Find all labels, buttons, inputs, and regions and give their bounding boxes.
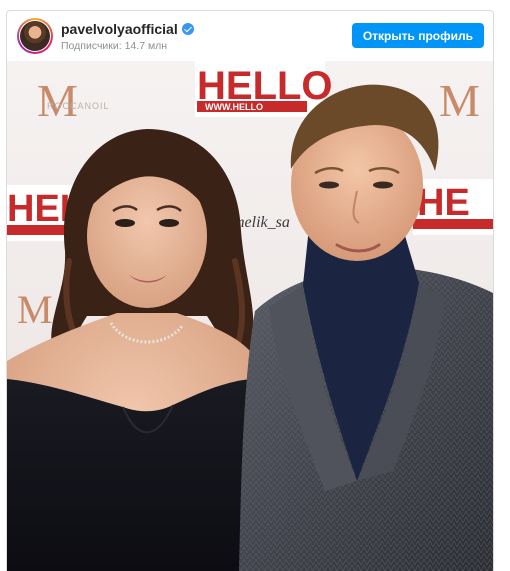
username-link[interactable]: pavelvolyaofficial xyxy=(61,21,178,37)
photo-watermark: melik_sa xyxy=(233,214,290,231)
username-row: pavelvolyaofficial xyxy=(61,21,194,37)
man-left-eye xyxy=(319,181,339,189)
instagram-embed-card: pavelvolyaofficial Подписчики: 14.7 млн … xyxy=(6,10,494,571)
backdrop-url-text: WWW.HELLO xyxy=(205,102,263,112)
verified-badge-icon xyxy=(181,23,194,35)
embed-frame: pavelvolyaofficial Подписчики: 14.7 млн … xyxy=(0,0,510,571)
post-photo[interactable]: MROCCANOILHELLOWWW.HELLOMHELLOHEMHELLOme… xyxy=(7,61,493,571)
avatar-border xyxy=(19,20,51,52)
post-header: pavelvolyaofficial Подписчики: 14.7 млн … xyxy=(7,11,493,61)
woman-left-eye xyxy=(115,219,135,227)
open-profile-button[interactable]: Открыть профиль xyxy=(351,23,484,48)
avatar-image xyxy=(20,21,50,51)
backdrop-sponsor-text: ROCCANOIL xyxy=(47,101,110,111)
backdrop-m-logo-right: M xyxy=(439,75,480,126)
backdrop-m-logo-lower: M xyxy=(17,287,53,332)
backdrop-url-bar-right xyxy=(413,219,493,229)
followers-count: Подписчики: 14.7 млн xyxy=(61,40,168,52)
photo-illustration: MROCCANOILHELLOWWW.HELLOMHELLOHEMHELLOme… xyxy=(7,61,493,571)
man-right-eye xyxy=(373,181,393,189)
avatar[interactable] xyxy=(17,18,53,54)
backdrop-hello-logo-right: HE xyxy=(417,182,470,224)
woman-right-eye xyxy=(159,219,179,227)
